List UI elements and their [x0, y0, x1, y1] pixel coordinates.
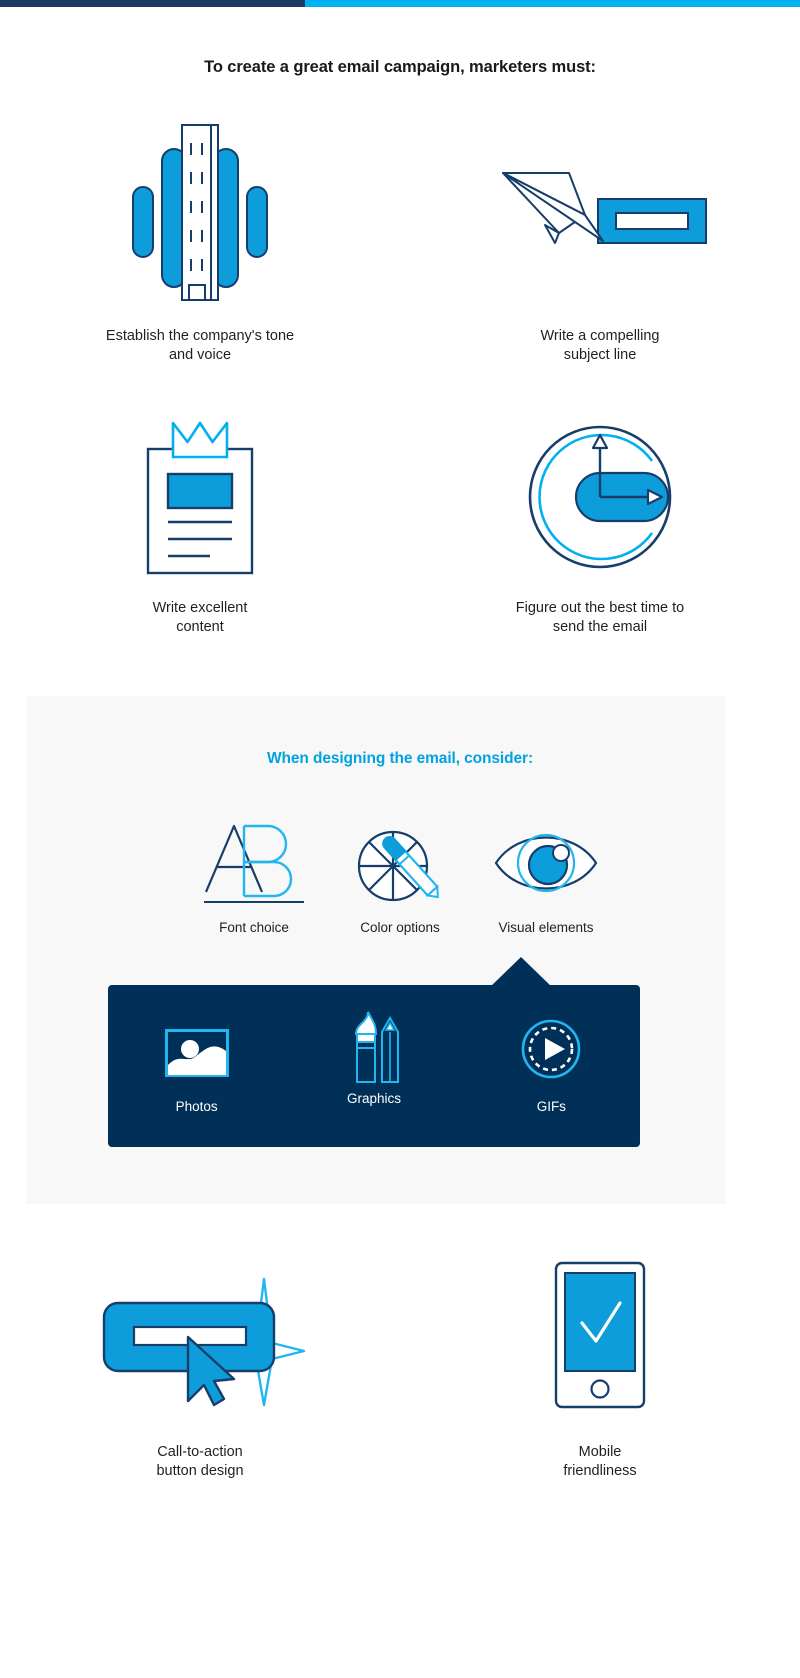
- cta-button-cursor-icon: [96, 1255, 306, 1415]
- steps-grid: Establish the company's tone and voice W…: [0, 120, 800, 636]
- top-bar-navy-segment: [0, 0, 305, 7]
- visual-elements-items: Photos Graphics GIFs: [108, 985, 640, 1147]
- visual-item-label: GIFs: [536, 1099, 566, 1114]
- visual-elements-callout: Photos Graphics GIFs: [108, 957, 640, 1147]
- design-item-label: Color options: [360, 920, 440, 935]
- color-wheel-brush-icon: [353, 818, 447, 908]
- design-item-color-options: Color options: [327, 818, 473, 935]
- design-item-font-choice: Font choice: [181, 818, 327, 935]
- steps-row-2: Write excellent content Figure out the b…: [0, 417, 800, 637]
- clipboard-crown-icon: [140, 417, 260, 577]
- visual-item-gifs: GIFs: [463, 985, 640, 1147]
- paper-plane-envelope-icon: [493, 120, 708, 305]
- visual-item-graphics: Graphics: [285, 985, 462, 1147]
- step-item-tone-and-voice: Establish the company's tone and voice: [0, 120, 400, 365]
- step-item-subject-line: Write a compelling subject line: [400, 120, 800, 365]
- visual-item-label: Photos: [175, 1099, 218, 1114]
- clock-icon: [524, 417, 676, 577]
- design-item-label: Font choice: [219, 920, 289, 935]
- top-bar-cyan-segment: [305, 0, 800, 7]
- design-item-label: Visual elements: [498, 920, 594, 935]
- page-title: To create a great email campaign, market…: [204, 58, 596, 76]
- bottom-steps-row: Call-to-action button design Mobile frie…: [0, 1255, 800, 1481]
- bottom-item-label: Call-to-action button design: [156, 1444, 244, 1479]
- bottom-steps-grid: Call-to-action button design Mobile frie…: [0, 1255, 800, 1481]
- step-item-best-send-time: Figure out the best time to send the ema…: [400, 417, 800, 637]
- brush-pencil-icon: [346, 999, 402, 1091]
- design-item-visual-elements: Visual elements: [473, 818, 619, 935]
- design-section-title: When designing the email, consider:: [266, 750, 534, 767]
- visual-item-label: Graphics: [346, 1091, 401, 1106]
- infographic-page: To create a great email campaign, market…: [0, 0, 800, 1678]
- photo-icon: [164, 1007, 229, 1099]
- step-label: Write excellent content: [152, 599, 248, 635]
- bottom-item-cta-button: Call-to-action button design: [0, 1255, 400, 1481]
- step-label: Write a compelling subject line: [540, 328, 660, 363]
- design-considerations-row: Font choice Color options Visual element…: [0, 818, 800, 935]
- step-label: Establish the company's tone and voice: [105, 328, 295, 363]
- top-accent-bar: [0, 0, 800, 7]
- step-label: Figure out the best time to send the ema…: [515, 599, 685, 635]
- bottom-item-label: Mobile friendliness: [563, 1444, 637, 1479]
- voice-waveform-icon: [125, 120, 275, 305]
- mobile-check-icon: [554, 1255, 646, 1415]
- font-ab-icon: [202, 818, 306, 908]
- step-item-excellent-content: Write excellent content: [0, 417, 400, 637]
- bottom-item-mobile-friendliness: Mobile friendliness: [400, 1255, 800, 1481]
- visual-item-photos: Photos: [108, 985, 285, 1147]
- play-gif-icon: [521, 1003, 581, 1095]
- eye-icon: [492, 818, 600, 908]
- steps-row-1: Establish the company's tone and voice W…: [0, 120, 800, 365]
